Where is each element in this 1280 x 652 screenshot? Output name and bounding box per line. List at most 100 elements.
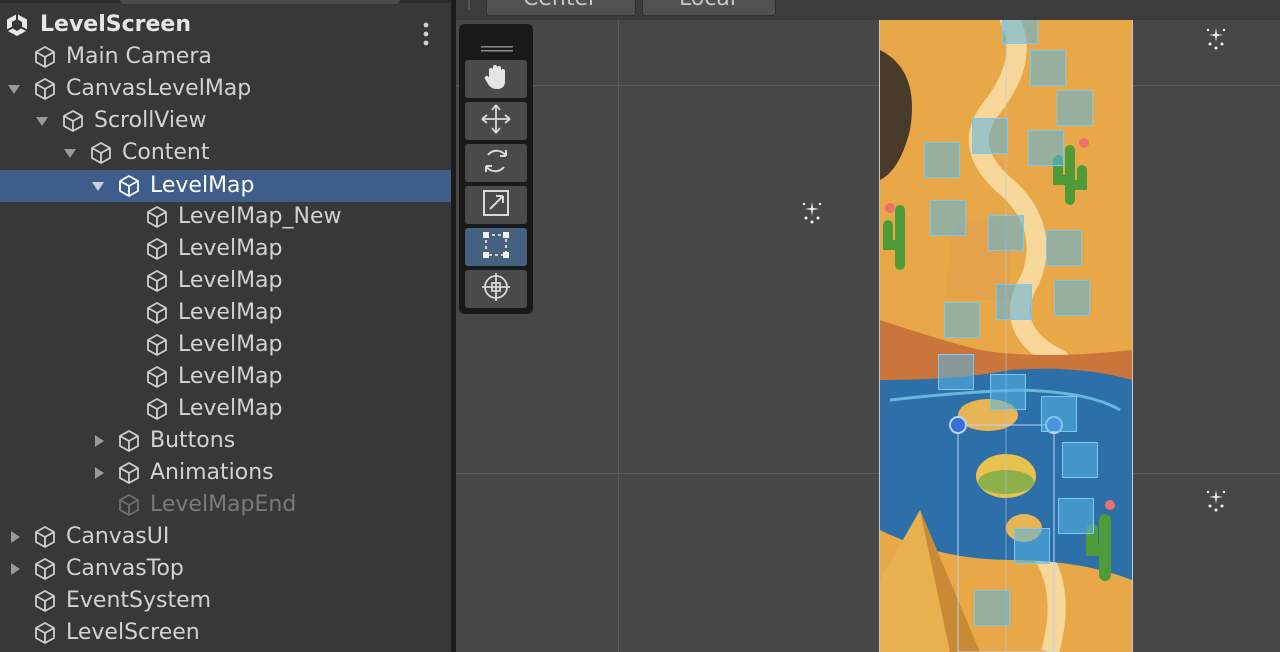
hierarchy-item-canvasui[interactable]: CanvasUI bbox=[0, 521, 451, 553]
item-label: LevelScreen bbox=[66, 620, 200, 645]
move-tool-button[interactable] bbox=[465, 102, 527, 140]
pivot-mode-label: Center bbox=[523, 0, 597, 10]
gameobject-cube-icon bbox=[144, 332, 170, 358]
gameobject-cube-icon bbox=[116, 460, 142, 486]
gameobject-cube-icon bbox=[144, 236, 170, 262]
hierarchy-item-main-camera[interactable]: Main Camera bbox=[0, 41, 451, 73]
level-node-marker[interactable] bbox=[988, 215, 1024, 251]
level-node-marker[interactable] bbox=[1014, 528, 1050, 564]
drag-handle-icon[interactable] bbox=[481, 38, 513, 52]
level-map-canvas[interactable] bbox=[879, 20, 1133, 652]
hierarchy-item-content[interactable]: Content bbox=[0, 137, 451, 169]
level-node-marker[interactable] bbox=[944, 302, 980, 338]
gameobject-cube-icon bbox=[32, 620, 58, 646]
transform-tool-button[interactable] bbox=[465, 270, 527, 308]
particle-gizmo-icon[interactable] bbox=[1204, 488, 1228, 514]
gameobject-cube-icon bbox=[60, 108, 86, 134]
gameobject-cube-icon bbox=[144, 300, 170, 326]
gameobject-cube-icon bbox=[32, 556, 58, 582]
level-node-marker[interactable] bbox=[924, 142, 960, 178]
hierarchy-item-levelscreen[interactable]: LevelScreen bbox=[0, 617, 451, 649]
hierarchy-item-levelmap[interactable]: LevelMap bbox=[0, 233, 451, 265]
hierarchy-item-canvastop[interactable]: CanvasTop bbox=[0, 553, 451, 585]
pivot-rotation-label: Local bbox=[679, 0, 736, 10]
scale-tool-button[interactable] bbox=[465, 186, 527, 224]
expand-arrow-right-icon[interactable] bbox=[91, 465, 107, 481]
hierarchy-item-animations[interactable]: Animations bbox=[0, 457, 451, 489]
hierarchy-item-levelmap-new[interactable]: LevelMap_New bbox=[0, 201, 451, 233]
hierarchy-item-eventsystem[interactable]: EventSystem bbox=[0, 585, 451, 617]
expand-arrow-down-icon[interactable] bbox=[90, 178, 106, 194]
gameobject-cube-icon bbox=[32, 524, 58, 550]
rotate-tool-button[interactable] bbox=[465, 144, 527, 182]
move-icon bbox=[479, 102, 513, 140]
level-node-marker[interactable] bbox=[974, 590, 1010, 626]
rect-tool-button[interactable] bbox=[465, 228, 527, 266]
panel-tab-edge bbox=[120, 0, 400, 4]
expand-arrow-down-icon[interactable] bbox=[34, 113, 50, 129]
expand-arrow-down-icon[interactable] bbox=[62, 145, 78, 161]
level-node-marker[interactable] bbox=[1054, 280, 1090, 316]
hierarchy-item-canvaslevelmap[interactable]: CanvasLevelMap bbox=[0, 73, 451, 105]
gameobject-cube-icon bbox=[88, 140, 114, 166]
item-label: Buttons bbox=[150, 428, 236, 453]
scene-view[interactable]: Center Local bbox=[456, 0, 1280, 652]
gameobject-cube-icon bbox=[32, 44, 58, 70]
hierarchy-item-levelmapend[interactable]: LevelMapEnd bbox=[0, 489, 451, 521]
grid-line bbox=[456, 85, 1280, 86]
hierarchy-item-levelmap[interactable]: LevelMap bbox=[0, 297, 451, 329]
item-label: CanvasUI bbox=[66, 524, 170, 549]
hand-tool-button[interactable] bbox=[465, 60, 527, 98]
item-label: LevelMap bbox=[178, 268, 283, 293]
unity-logo-icon bbox=[4, 12, 30, 38]
desert-level-map-image bbox=[880, 20, 1132, 652]
hierarchy-item-scrollview[interactable]: ScrollView bbox=[0, 105, 451, 137]
item-label: Content bbox=[122, 140, 210, 165]
pivot-mode-button[interactable]: Center bbox=[486, 0, 636, 16]
hierarchy-item-levelmap-selected[interactable]: LevelMap bbox=[0, 170, 451, 202]
gameobject-cube-icon bbox=[144, 204, 170, 230]
level-node-marker[interactable] bbox=[1028, 130, 1064, 166]
item-label: LevelMap bbox=[150, 173, 255, 198]
item-label: LevelMap bbox=[178, 300, 283, 325]
hierarchy-panel: LevelScreen Main Camera CanvasLevelMap S… bbox=[0, 0, 451, 652]
particle-gizmo-icon[interactable] bbox=[800, 200, 824, 226]
level-node-marker[interactable] bbox=[990, 374, 1026, 410]
level-node-marker[interactable] bbox=[1046, 230, 1082, 266]
expand-arrow-right-icon[interactable] bbox=[91, 433, 107, 449]
item-label: EventSystem bbox=[66, 588, 212, 613]
rotate-icon bbox=[479, 144, 513, 182]
level-node-marker[interactable] bbox=[996, 284, 1032, 320]
gameobject-cube-icon bbox=[32, 588, 58, 614]
expand-arrow-right-icon[interactable] bbox=[7, 561, 23, 577]
hand-icon bbox=[479, 60, 513, 98]
level-node-marker[interactable] bbox=[972, 118, 1008, 154]
expand-arrow-down-icon[interactable] bbox=[6, 81, 22, 97]
item-label: LevelMap bbox=[178, 332, 283, 357]
rect-tool-icon bbox=[479, 228, 513, 266]
hierarchy-item-levelmap[interactable]: LevelMap bbox=[0, 265, 451, 297]
expand-arrow-right-icon[interactable] bbox=[7, 529, 23, 545]
level-node-marker[interactable] bbox=[1057, 90, 1093, 126]
gameobject-cube-icon bbox=[116, 173, 142, 199]
hierarchy-item-levelmap[interactable]: LevelMap bbox=[0, 329, 451, 361]
scene-root-row[interactable]: LevelScreen bbox=[0, 9, 451, 46]
item-label: LevelMap bbox=[178, 236, 283, 261]
scene-name: LevelScreen bbox=[40, 12, 191, 37]
level-node-marker[interactable] bbox=[1002, 20, 1038, 44]
particle-gizmo-icon[interactable] bbox=[1204, 26, 1228, 52]
level-node-marker[interactable] bbox=[1030, 50, 1066, 86]
item-label: ScrollView bbox=[94, 108, 207, 133]
level-node-marker[interactable] bbox=[938, 354, 974, 390]
scene-toolbar: Center Local bbox=[456, 0, 1280, 20]
level-node-marker[interactable] bbox=[1041, 396, 1077, 432]
scale-icon bbox=[479, 186, 513, 224]
level-node-marker[interactable] bbox=[1058, 498, 1094, 534]
pivot-rotation-button[interactable]: Local bbox=[642, 0, 776, 16]
hierarchy-item-levelmap[interactable]: LevelMap bbox=[0, 361, 451, 393]
level-node-marker[interactable] bbox=[930, 200, 966, 236]
hierarchy-item-buttons[interactable]: Buttons bbox=[0, 425, 451, 457]
level-node-marker[interactable] bbox=[1062, 442, 1098, 478]
transform-icon bbox=[479, 270, 513, 308]
hierarchy-item-levelmap[interactable]: LevelMap bbox=[0, 393, 451, 425]
